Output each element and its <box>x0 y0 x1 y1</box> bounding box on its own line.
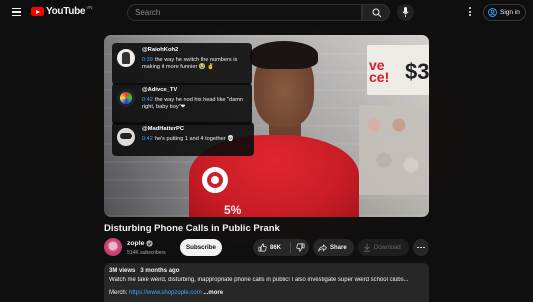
comment-overlay: @Adivce_TV 0:42 the way he nod his head l… <box>112 83 252 125</box>
store-sign-price: $3 <box>405 59 429 84</box>
search-icon <box>372 8 382 18</box>
sign-in-label: Sign in <box>500 9 520 16</box>
comment-username[interactable]: @RaiohKoh2 <box>142 47 247 55</box>
comment-text: the way he nod his head like "damn right… <box>142 96 244 111</box>
avatar[interactable] <box>117 49 135 67</box>
avatar[interactable] <box>117 128 135 146</box>
avatar[interactable] <box>117 89 135 107</box>
download-label: Download <box>374 244 401 251</box>
description-text: Watch me take weird, disturbing, inappro… <box>109 277 409 283</box>
settings-more-icon[interactable] <box>468 7 472 18</box>
channel-avatar[interactable] <box>104 238 122 256</box>
merch-link[interactable]: https://www.shopzople.com <box>129 290 202 296</box>
comment-text: he's putting 1 and 4 together 💀 <box>154 135 235 142</box>
video-title: Disturbing Phone Calls in Public Prank <box>104 223 280 234</box>
account-icon <box>488 8 497 17</box>
person-hair <box>250 41 318 69</box>
comment-username[interactable]: @Adivce_TV <box>142 87 247 95</box>
comment-overlay: @MadHatterPC 0:42 he's putting 1 and 4 to… <box>112 122 254 156</box>
view-count: 3M views <box>109 268 136 274</box>
like-count: 86K <box>270 244 282 251</box>
share-label: Share <box>330 244 347 251</box>
shirt-text: 5% <box>224 203 242 217</box>
verified-check-icon <box>146 240 154 247</box>
show-more-button[interactable]: ...more <box>203 290 223 296</box>
sign-in-button[interactable]: Sign in <box>483 4 526 21</box>
logo-text: YouTube <box>46 6 86 17</box>
subscriber-count: 514K subscribers <box>127 250 166 256</box>
store-shelf <box>359 105 429 195</box>
description-meta: 3M views 3 months ago <box>109 268 424 274</box>
subscribe-button[interactable]: Subscribe <box>180 239 222 256</box>
channel-name-row[interactable]: zople <box>127 240 154 247</box>
store-sign: ve ce! $3 <box>367 45 429 95</box>
thumbs-down-icon <box>295 243 304 252</box>
comment-timestamp[interactable]: 0:39 <box>142 57 153 63</box>
download-button[interactable]: Download <box>358 239 409 256</box>
upload-age: 3 months ago <box>140 268 180 274</box>
youtube-logo[interactable]: YouTube VN <box>31 5 93 17</box>
voice-search-button[interactable] <box>397 4 414 21</box>
comment-timestamp[interactable]: 0:42 <box>142 136 153 142</box>
hamburger-menu-icon[interactable] <box>12 8 21 17</box>
microphone-icon <box>402 7 409 17</box>
share-icon <box>318 243 327 252</box>
like-dislike-group: 86K <box>253 239 309 256</box>
top-bar: YouTube VN Search Sign in <box>0 0 533 26</box>
store-sign-text: ve ce! <box>369 57 390 85</box>
merch-line: Merch: https://www.shopzople.com ...more <box>109 290 424 296</box>
merch-label: Merch: <box>109 290 128 296</box>
search-button[interactable] <box>362 4 390 21</box>
logo-region: VN <box>86 5 93 10</box>
share-button[interactable]: Share <box>313 239 354 256</box>
comment-username[interactable]: @MadHatterPC <box>142 126 234 134</box>
target-logo-icon <box>202 167 228 193</box>
comment-timestamp[interactable]: 0:42 <box>142 97 153 103</box>
youtube-play-icon <box>31 7 44 16</box>
channel-name[interactable]: zople <box>127 240 144 247</box>
more-actions-button[interactable] <box>413 239 429 256</box>
description-box[interactable]: 3M views 3 months ago Watch me take weird… <box>104 263 429 302</box>
thumbs-up-icon <box>258 243 267 252</box>
download-icon <box>363 243 371 252</box>
like-button[interactable]: 86K <box>253 239 290 256</box>
dislike-button[interactable] <box>291 239 309 256</box>
comment-text: the way he switch the numbers is making … <box>142 56 238 71</box>
comment-overlay: @RaiohKoh2 0:39 the way he switch the num… <box>112 43 252 85</box>
search-input[interactable]: Search <box>127 4 362 21</box>
